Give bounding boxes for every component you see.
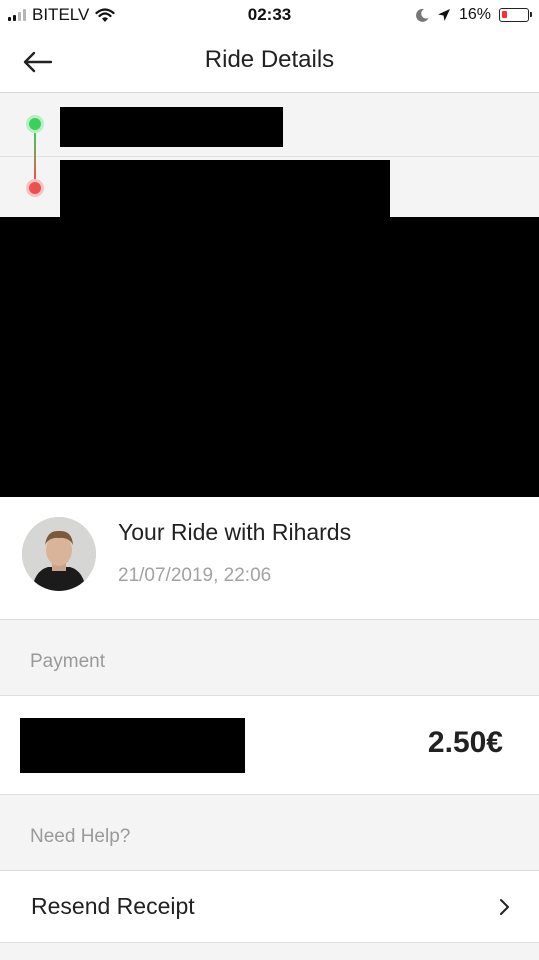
chevron-right-icon	[500, 899, 509, 915]
payment-section-label: Payment	[30, 651, 105, 672]
payment-amount: 2.50€	[427, 726, 503, 759]
pickup-dot-icon	[26, 115, 44, 133]
bottom-spacer	[0, 943, 539, 960]
driver-photo	[22, 517, 96, 591]
driver-card: Your Ride with Rihards 21/07/2019, 22:06	[0, 497, 539, 620]
ride-datetime: 21/07/2019, 22:06	[118, 565, 272, 586]
route-divider	[0, 156, 539, 157]
help-section-header: Need Help?	[0, 795, 539, 870]
header: Ride Details	[0, 32, 539, 93]
route-map-redacted	[0, 217, 539, 497]
page-title: Ride Details	[204, 46, 335, 73]
pickup-address-redacted	[60, 107, 283, 147]
battery-percent: 16%	[458, 6, 491, 23]
route-line	[34, 132, 36, 180]
status-bar: BITELV 02:33 16%	[0, 0, 539, 32]
location-arrow-icon	[437, 9, 450, 21]
status-right: 16%	[416, 5, 532, 25]
dropoff-dot-icon	[26, 179, 44, 197]
ride-title: Your Ride with Rihards	[118, 519, 352, 545]
resend-receipt-label: Resend Receipt	[31, 893, 195, 919]
payment-section-header: Payment	[0, 620, 539, 695]
help-section-label: Need Help?	[30, 826, 131, 847]
resend-receipt-row[interactable]: Resend Receipt	[0, 870, 539, 943]
payment-method-redacted	[20, 718, 245, 773]
payment-row: 2.50€	[0, 695, 539, 795]
driver-avatar	[22, 517, 96, 591]
moon-icon	[416, 8, 429, 22]
dropoff-address-redacted	[60, 160, 390, 220]
battery-icon	[499, 8, 532, 22]
